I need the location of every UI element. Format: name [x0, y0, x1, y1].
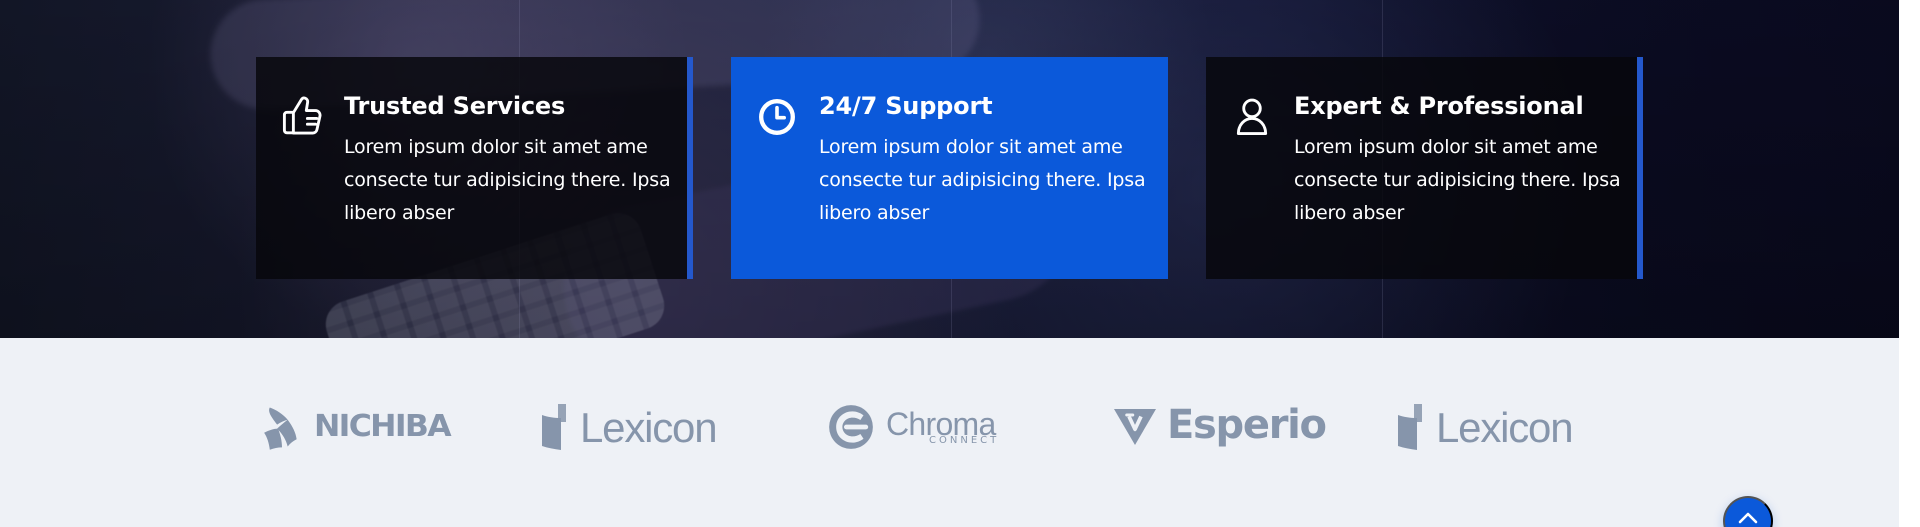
esperio-logo-icon: [1111, 406, 1159, 448]
chroma-logo-icon: [826, 402, 876, 452]
feature-title: Expert & Professional: [1294, 92, 1584, 120]
thumbs-up-icon: [278, 93, 326, 141]
partner-logo-lexicon: Lexicon: [1396, 399, 1574, 455]
feature-description: Lorem ipsum dolor sit amet ame consecte …: [819, 135, 1146, 224]
feature-title: 24/7 Support: [819, 92, 993, 120]
partner-logo-esperio: Esperio: [1111, 399, 1327, 455]
chroma-wordmark: Chroma CONNECT: [886, 408, 999, 446]
partner-logos-section: NICHIBA Lexicon Chroma CONNECT Esperio L…: [0, 338, 1899, 527]
lexicon-logo-icon: [540, 402, 570, 452]
lexicon-logo-icon: [1396, 402, 1426, 452]
feature-title: Trusted Services: [344, 92, 566, 120]
page-right-gutter: [1899, 0, 1920, 527]
nichiba-logo-icon: [256, 401, 308, 453]
partner-logo-chroma: Chroma CONNECT: [826, 399, 1003, 455]
features-hero-section: Trusted Services Lorem ipsum dolor sit a…: [0, 0, 1899, 338]
feature-card-24-7-support: 24/7 Support Lorem ipsum dolor sit amet …: [731, 57, 1168, 279]
partner-logo-name: NICHIBA: [314, 409, 452, 444]
feature-description: Lorem ipsum dolor sit amet ame consecte …: [344, 135, 671, 224]
partner-logo-lexicon: Lexicon: [540, 399, 718, 455]
partner-logo-name: Esperio: [1167, 402, 1327, 448]
feature-card-expert-professional: Expert & Professional Lorem ipsum dolor …: [1206, 57, 1643, 279]
partner-logo-nichiba: NICHIBA: [256, 399, 452, 455]
feature-description: Lorem ipsum dolor sit amet ame consecte …: [1294, 135, 1621, 224]
chevron-up-icon: [1738, 512, 1758, 527]
partner-logo-subtitle: CONNECT: [929, 435, 1000, 446]
partner-logo-name: Lexicon: [1436, 404, 1574, 451]
partner-logo-name: Lexicon: [580, 404, 718, 451]
page-viewport: Trusted Services Lorem ipsum dolor sit a…: [0, 0, 1920, 527]
clock-icon: [753, 93, 801, 141]
feature-card-trusted-services: Trusted Services Lorem ipsum dolor sit a…: [256, 57, 693, 279]
user-icon: [1228, 93, 1276, 141]
